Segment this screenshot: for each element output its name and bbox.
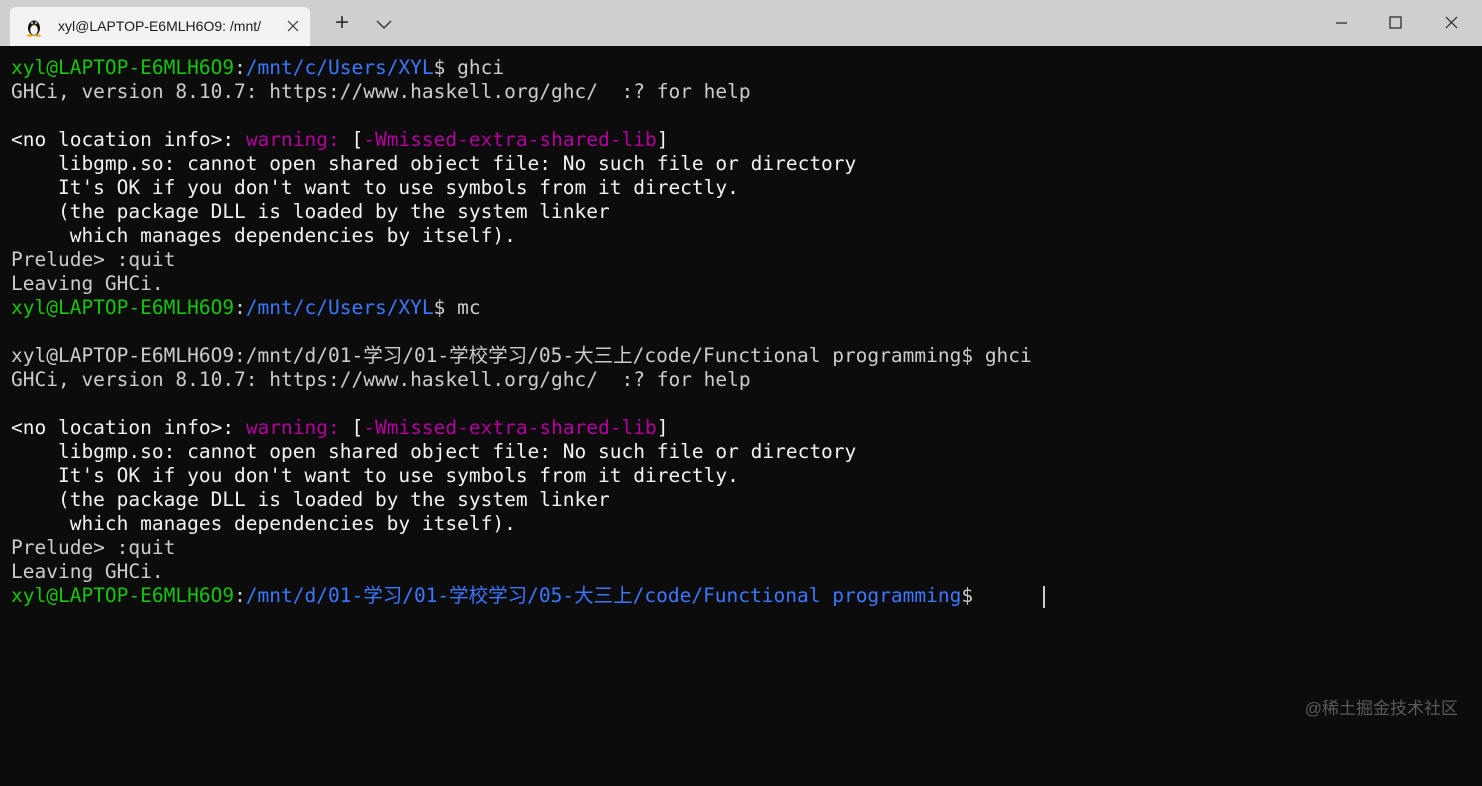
linux-penguin-icon bbox=[27, 20, 41, 37]
output-line: libgmp.so: cannot open shared object fil… bbox=[11, 152, 857, 175]
chevron-down-icon bbox=[376, 20, 392, 29]
maximize-button[interactable] bbox=[1372, 0, 1418, 46]
text-cursor bbox=[1043, 586, 1045, 608]
output-line: Prelude> :quit bbox=[11, 248, 176, 271]
output-line: which manages dependencies by itself). bbox=[11, 512, 516, 535]
tab-close-button[interactable] bbox=[282, 15, 304, 37]
prompt-line: xyl@LAPTOP-E6MLH6O9:/mnt/c/Users/XYL$ gh… bbox=[11, 56, 505, 79]
tab-dropdown-button[interactable] bbox=[372, 12, 396, 36]
output-line: (the package DLL is loaded by the system… bbox=[11, 200, 610, 223]
close-icon bbox=[287, 20, 299, 32]
title-bar: xyl@LAPTOP-E6MLH6O9: /mnt/ + bbox=[0, 0, 1482, 46]
minimize-icon bbox=[1336, 22, 1347, 24]
output-line: Leaving GHCi. bbox=[11, 272, 164, 295]
close-window-button[interactable] bbox=[1428, 0, 1474, 46]
warning-line: <no location info>: warning: [-Wmissed-e… bbox=[11, 416, 669, 439]
output-line: Prelude> :quit bbox=[11, 536, 176, 559]
maximize-icon bbox=[1389, 16, 1402, 29]
terminal-tab[interactable]: xyl@LAPTOP-E6MLH6O9: /mnt/ bbox=[10, 7, 310, 46]
watermark: @稀土掘金技术社区 bbox=[1304, 699, 1458, 718]
output-line: (the package DLL is loaded by the system… bbox=[11, 488, 610, 511]
output-line: It's OK if you don't want to use symbols… bbox=[11, 176, 739, 199]
terminal-output[interactable]: xyl@LAPTOP-E6MLH6O9:/mnt/c/Users/XYL$ gh… bbox=[0, 46, 1482, 786]
output-line: which manages dependencies by itself). bbox=[11, 224, 516, 247]
prompt-line: xyl@LAPTOP-E6MLH6O9:/mnt/d/01-学习/01-学校学习… bbox=[11, 584, 974, 607]
output-line: GHCi, version 8.10.7: https://www.haskel… bbox=[11, 368, 751, 391]
tab-title: xyl@LAPTOP-E6MLH6O9: /mnt/ bbox=[58, 18, 262, 34]
output-line: GHCi, version 8.10.7: https://www.haskel… bbox=[11, 80, 751, 103]
close-icon bbox=[1445, 16, 1458, 29]
output-line: xyl@LAPTOP-E6MLH6O9:/mnt/d/01-学习/01-学校学习… bbox=[11, 344, 1032, 367]
prompt-line: xyl@LAPTOP-E6MLH6O9:/mnt/c/Users/XYL$ mc bbox=[11, 296, 481, 319]
new-tab-button[interactable]: + bbox=[330, 11, 354, 36]
warning-line: <no location info>: warning: [-Wmissed-e… bbox=[11, 128, 669, 151]
output-line: Leaving GHCi. bbox=[11, 560, 164, 583]
output-line: libgmp.so: cannot open shared object fil… bbox=[11, 440, 857, 463]
minimize-button[interactable] bbox=[1318, 0, 1364, 46]
output-line: It's OK if you don't want to use symbols… bbox=[11, 464, 739, 487]
